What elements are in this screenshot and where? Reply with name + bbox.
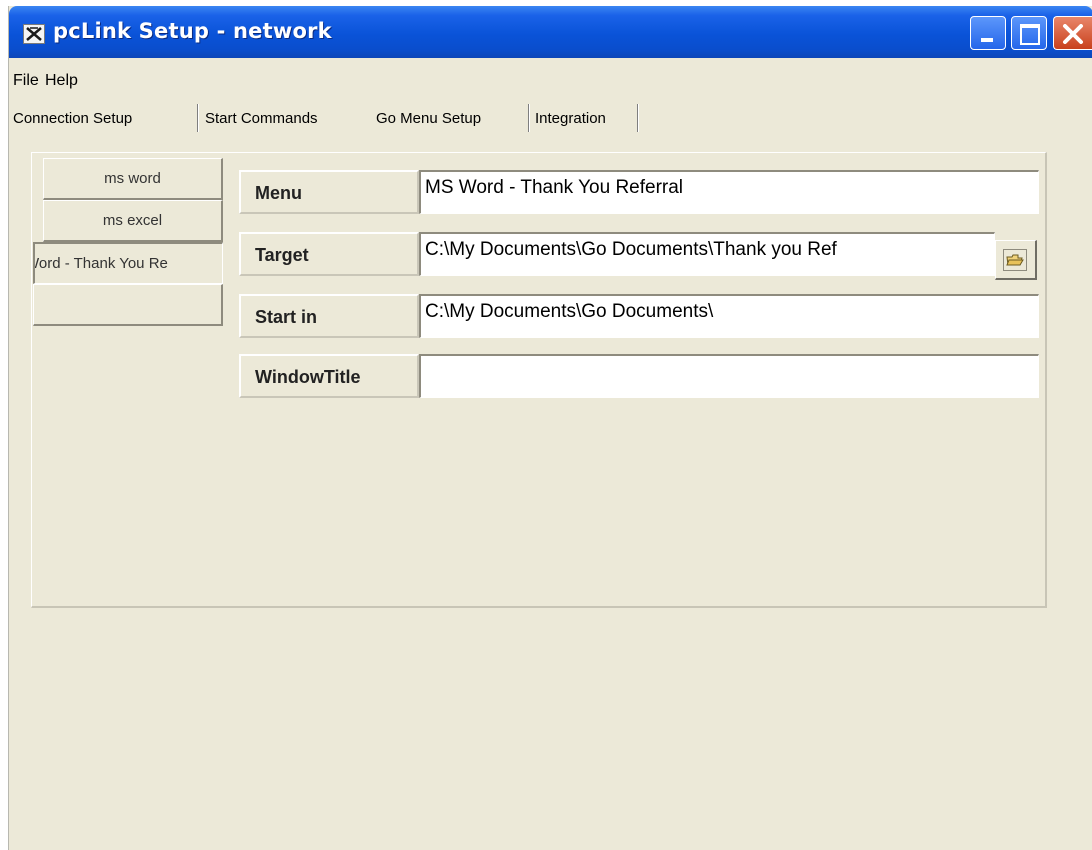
menu-field[interactable]: MS Word - Thank You Referral [419, 170, 1039, 214]
target-label: Target [239, 232, 419, 276]
menu-label: Menu [239, 170, 419, 214]
tab-go-menu-setup[interactable]: Go Menu Setup [376, 110, 481, 127]
close-button[interactable] [1053, 16, 1092, 50]
tab-strip: Connection Setup Start Commands Go Menu … [9, 102, 1092, 134]
list-item-empty[interactable] [33, 284, 223, 326]
list-item-ms-excel[interactable]: ms excel [43, 200, 223, 242]
list-item-word-thank-you[interactable]: Word - Thank You Re [33, 242, 223, 284]
start-in-field[interactable]: C:\My Documents\Go Documents\ [419, 294, 1039, 338]
tab-separator [637, 104, 638, 132]
tab-separator [197, 104, 198, 132]
start-in-label: Start in [239, 294, 419, 338]
app-window: pcLink Setup - network File Help Connect… [8, 6, 1092, 850]
title-bar[interactable]: pcLink Setup - network [9, 6, 1092, 58]
menu-file[interactable]: File [13, 72, 39, 90]
target-field[interactable]: C:\My Documents\Go Documents\Thank you R… [419, 232, 995, 276]
folder-open-icon [1003, 249, 1027, 271]
tab-start-commands[interactable]: Start Commands [205, 110, 318, 127]
list-item-ms-word[interactable]: ms word [43, 158, 223, 200]
window-title-label: WindowTitle [239, 354, 419, 398]
browse-target-button[interactable] [995, 240, 1037, 280]
close-icon [1063, 24, 1083, 44]
window-title-field[interactable] [419, 354, 1039, 398]
app-icon[interactable] [23, 24, 45, 44]
tab-connection-setup[interactable]: Connection Setup [13, 110, 132, 127]
tab-integration[interactable]: Integration [535, 110, 606, 127]
tab-separator [528, 104, 529, 132]
maximize-button[interactable] [1011, 16, 1047, 50]
minimize-button[interactable] [970, 16, 1006, 50]
menu-bar: File Help [9, 62, 1092, 92]
menu-help[interactable]: Help [45, 72, 78, 90]
window-title: pcLink Setup - network [53, 19, 332, 43]
